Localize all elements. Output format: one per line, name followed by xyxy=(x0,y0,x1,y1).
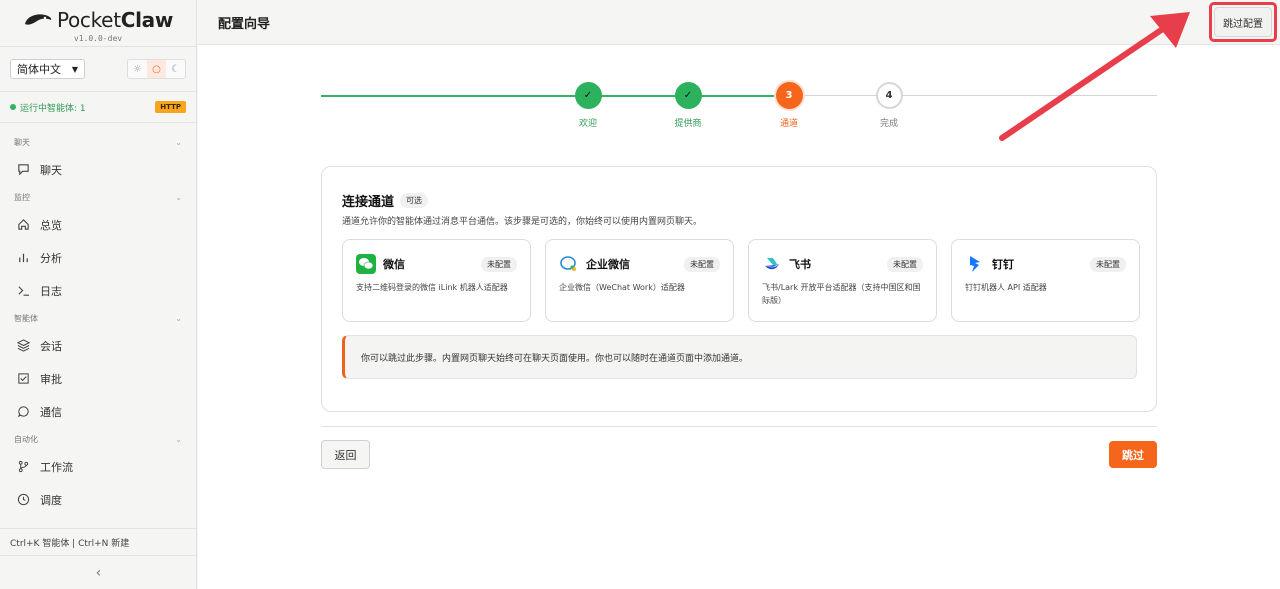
channel-card-wecom[interactable]: 企业微信 未配置 企业微信（WeChat Work）适配器 xyxy=(545,239,734,322)
sun-icon[interactable]: ☼ xyxy=(128,60,147,78)
bar-chart-icon xyxy=(16,251,30,265)
step-label: 完成 xyxy=(879,119,898,129)
step-label: 提供商 xyxy=(674,119,702,129)
channel-card-dingtalk[interactable]: 钉钉 未配置 钉钉机器人 API 适配器 xyxy=(951,239,1140,322)
step-label: 通道 xyxy=(779,119,798,129)
message-icon xyxy=(16,405,30,419)
checkbox-icon xyxy=(16,372,30,386)
sidebar-item-overview[interactable]: 总览 xyxy=(0,208,196,241)
main-content: 配置向导 跳过配置 ✓ 欢迎 ✓ 提供商 3 通道 4 完成 连接通道 可选 通… xyxy=(198,0,1280,589)
terminal-icon xyxy=(16,284,30,298)
optional-badge: 可选 xyxy=(400,193,429,208)
sidebar-item-channels[interactable]: 通信 xyxy=(0,395,196,428)
step-label: 欢迎 xyxy=(578,119,597,129)
setup-stepper: ✓ 欢迎 ✓ 提供商 3 通道 4 完成 xyxy=(321,82,1157,132)
language-select[interactable]: 简体中文 ▼ xyxy=(10,59,85,79)
sidebar-item-logs[interactable]: 日志 xyxy=(0,274,196,307)
channel-card-feishu[interactable]: 飞书 未配置 飞书/Lark 开放平台适配器（支持中国区和国际版） xyxy=(748,239,937,322)
channel-description: 飞书/Lark 开放平台适配器（支持中国区和国际版） xyxy=(762,283,921,305)
step-marker: ✓ xyxy=(574,82,602,109)
clock-icon xyxy=(16,493,30,507)
sidebar-item-schedule[interactable]: 调度 xyxy=(0,483,196,516)
nav-section-chat[interactable]: 聊天 ⌄ xyxy=(0,131,196,153)
step-provider: ✓ 提供商 xyxy=(658,82,718,129)
channel-status-badge: 未配置 xyxy=(887,257,923,272)
sidebar-item-chat[interactable]: 聊天 xyxy=(0,153,196,186)
app-name: PocketClaw xyxy=(56,8,174,32)
topbar: 配置向导 跳过配置 xyxy=(198,0,1280,45)
step-marker: ✓ xyxy=(674,82,702,109)
skip-setup-button[interactable]: 跳过配置 xyxy=(1214,7,1272,37)
channel-description: 钉钉机器人 API 适配器 xyxy=(965,283,1047,292)
agent-status: 运行中智能体: 1 xyxy=(10,101,86,114)
step-channels: 3 通道 xyxy=(759,82,819,129)
dingtalk-icon xyxy=(965,254,985,274)
wechat-icon xyxy=(356,254,376,274)
channel-description: 支持二维码登录的微信 iLink 机器人适配器 xyxy=(356,283,508,292)
chevron-down-icon: ▼ xyxy=(71,64,78,74)
nav-section-monitor[interactable]: 监控 ⌄ xyxy=(0,186,196,208)
brand: PocketClaw v1.0.0-dev xyxy=(0,0,196,46)
skip-button[interactable]: 跳过 xyxy=(1109,441,1157,468)
sidebar: PocketClaw v1.0.0-dev 简体中文 ▼ ☼ ○ ☾ 运行中智能… xyxy=(0,0,197,589)
sidebar-item-analytics[interactable]: 分析 xyxy=(0,241,196,274)
git-branch-icon xyxy=(16,460,30,474)
sidebar-item-approvals[interactable]: 审批 xyxy=(0,362,196,395)
nav-section-agents[interactable]: 智能体 ⌄ xyxy=(0,307,196,329)
channel-card-wechat[interactable]: 微信 未配置 支持二维码登录的微信 iLink 机器人适配器 xyxy=(342,239,531,322)
skip-setup-highlight: 跳过配置 xyxy=(1209,2,1277,42)
claw-logo-icon xyxy=(24,14,52,25)
nav-section-automation[interactable]: 自动化 ⌄ xyxy=(0,428,196,450)
sidebar-item-sessions[interactable]: 会话 xyxy=(0,329,196,362)
channel-list: 微信 未配置 支持二维码登录的微信 iLink 机器人适配器 企业微信 未配置 … xyxy=(342,239,1140,322)
card-title: 连接通道 xyxy=(342,195,395,210)
collapse-icon: ⌄ xyxy=(175,137,182,147)
status-dot-icon xyxy=(10,104,16,110)
channels-card: 连接通道 可选 通道允许你的智能体通过消息平台通信。该步骤是可选的，你始终可以使… xyxy=(321,166,1157,412)
collapse-icon: ⌄ xyxy=(175,192,182,202)
channel-status-badge: 未配置 xyxy=(481,257,517,272)
layers-icon xyxy=(16,339,30,353)
chat-bubble-icon xyxy=(16,163,30,177)
sidebar-item-workflows[interactable]: 工作流 xyxy=(0,450,196,483)
theme-toggle: ☼ ○ ☾ xyxy=(127,59,186,79)
channel-description: 企业微信（WeChat Work）适配器 xyxy=(559,283,685,292)
wecom-icon xyxy=(559,254,579,274)
page-title: 配置向导 xyxy=(218,16,271,32)
step-marker: 3 xyxy=(775,82,803,109)
collapse-sidebar-icon[interactable]: ‹ xyxy=(0,555,197,589)
card-description: 通道允许你的智能体通过消息平台通信。该步骤是可选的，你始终可以使用内置网页聊天。 xyxy=(342,217,703,227)
sidebar-nav: 聊天 ⌄ 聊天 监控 ⌄ 总览 分析 日志 智能体 ⌄ 会话 审批 通信 自动化… xyxy=(0,123,196,516)
step-finish: 4 完成 xyxy=(859,82,919,129)
system-theme-icon[interactable]: ○ xyxy=(147,60,166,78)
feishu-icon xyxy=(762,254,782,274)
home-icon xyxy=(16,218,30,232)
http-badge: HTTP xyxy=(155,101,186,113)
channel-status-badge: 未配置 xyxy=(684,257,720,272)
channel-status-badge: 未配置 xyxy=(1090,257,1126,272)
moon-icon[interactable]: ☾ xyxy=(166,60,185,78)
collapse-icon: ⌄ xyxy=(175,434,182,444)
collapse-icon: ⌄ xyxy=(175,313,182,323)
skip-info-note: 你可以跳过此步骤。内置网页聊天始终可在聊天页面使用。你也可以随时在通道页面中添加… xyxy=(342,335,1137,379)
back-button[interactable]: 返回 xyxy=(321,440,370,469)
step-welcome: ✓ 欢迎 xyxy=(558,82,618,129)
step-marker: 4 xyxy=(875,82,903,109)
app-version: v1.0.0-dev xyxy=(73,34,123,43)
shortcut-hint: Ctrl+K 智能体 | Ctrl+N 新建 xyxy=(0,528,197,555)
